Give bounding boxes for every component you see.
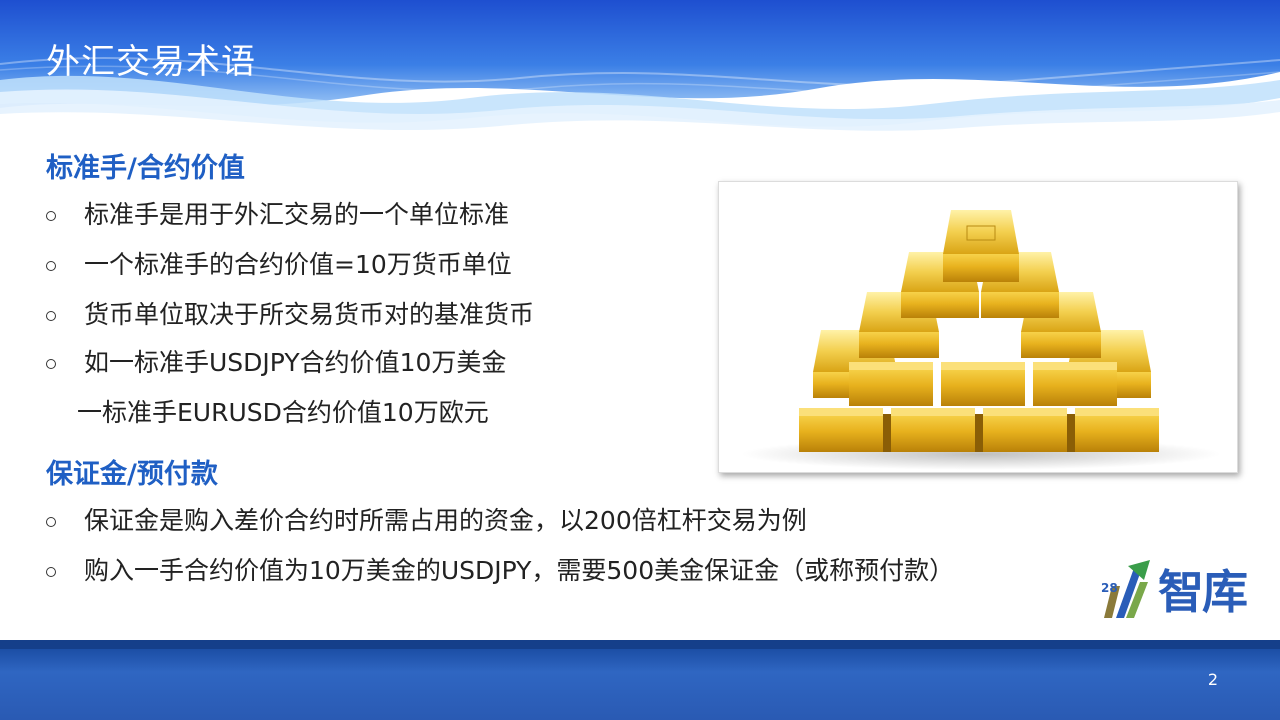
logo-text: 智库 [1158, 565, 1248, 619]
bullet-text: 一个标准手的合约价值=10万货币单位 [84, 250, 512, 279]
bullet-text: 购入一手合约价值为10万美金的USDJPY，需要500美金保证金（或称预付款） [84, 556, 955, 585]
bullet-circle-icon [46, 567, 56, 577]
gold-bar-top [943, 210, 1019, 282]
section-heading-standard-lot: 标准手/合约价值 [46, 153, 245, 184]
bullet-text: 货币单位取决于所交易货币对的基准货币 [84, 300, 535, 329]
slide-title: 外汇交易术语 [46, 42, 256, 82]
list-item: 购入一手合约价值为10万美金的USDJPY，需要500美金保证金（或称预付款） [46, 549, 954, 589]
list-item: 标准手是用于外汇交易的一个单位标准 [46, 193, 509, 233]
logo-number: 28 [1101, 581, 1118, 595]
gold-bar-row1 [799, 408, 1159, 452]
gold-bars-image [718, 181, 1238, 473]
list-item: 如一标准手USDJPY合约价值10万美金 [46, 341, 506, 381]
bullet-circle-icon [46, 517, 56, 527]
bullet-text: 如一标准手USDJPY合约价值10万美金 [84, 348, 507, 377]
gold-bars-illustration [741, 210, 1221, 470]
list-item: 一个标准手的合约价值=10万货币单位 [46, 243, 512, 283]
bullet-text: 保证金是购入差价合约时所需占用的资金，以200倍杠杆交易为例 [84, 506, 807, 535]
footer-bar: 2 [0, 640, 1280, 720]
bullet-circle-icon [46, 211, 56, 221]
bullet-continuation-text: 一标准手EURUSD合约价值10万欧元 [77, 398, 489, 427]
section-heading-margin: 保证金/预付款 [46, 459, 218, 490]
bullet-text: 标准手是用于外汇交易的一个单位标准 [84, 200, 510, 229]
page-number: 2 [1207, 670, 1218, 689]
bullet-circle-icon [46, 359, 56, 369]
gold-bar-row2 [849, 362, 1117, 406]
bullet-circle-icon [46, 261, 56, 271]
list-item: 货币单位取决于所交易货币对的基准货币 [46, 293, 534, 333]
list-item: 保证金是购入差价合约时所需占用的资金，以200倍杠杆交易为例 [46, 499, 807, 539]
bullet-circle-icon [46, 311, 56, 321]
zhiku-logo: 28 智库 [1098, 556, 1258, 626]
